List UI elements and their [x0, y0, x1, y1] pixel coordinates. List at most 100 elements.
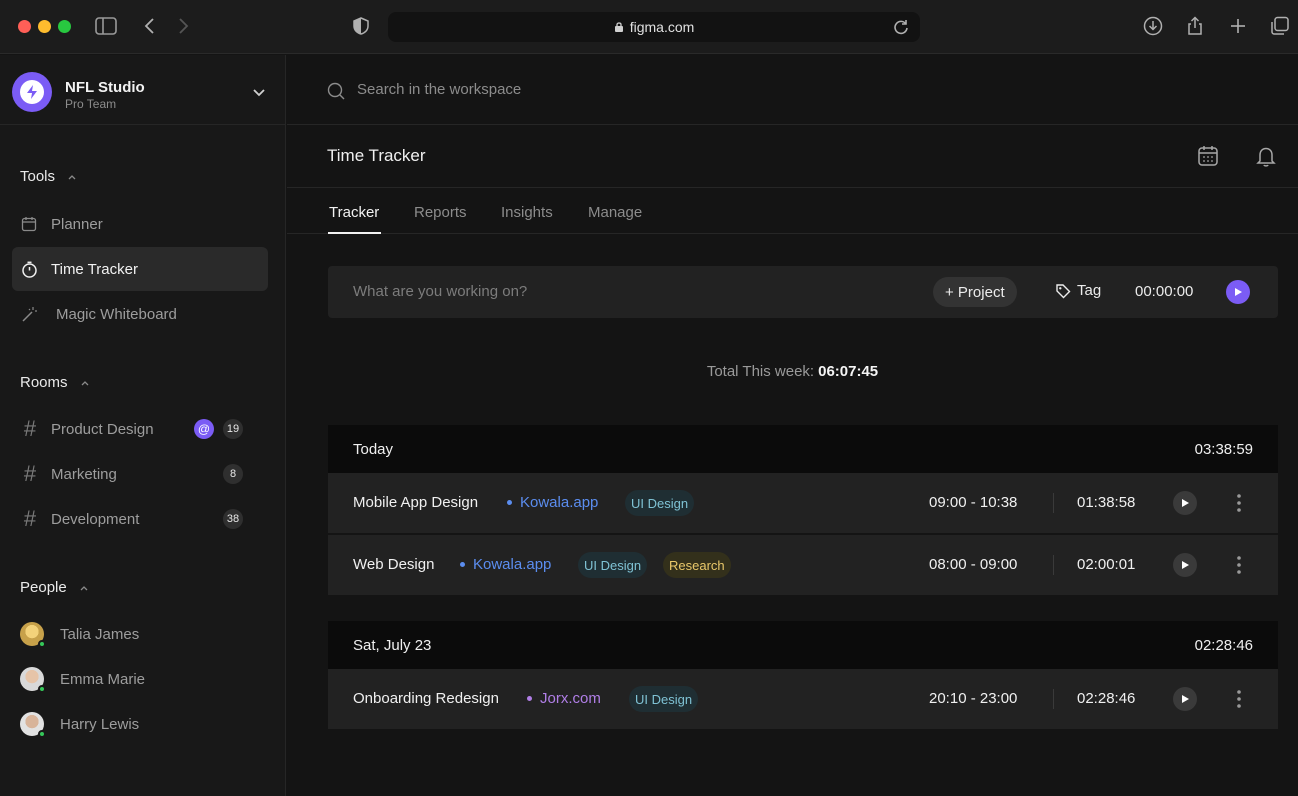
section-title-tools: Tools — [20, 168, 56, 185]
day-label: Sat, July 23 — [353, 637, 432, 654]
maximize-window-button[interactable] — [58, 20, 71, 33]
sidebar-toggle-icon[interactable] — [94, 14, 118, 38]
search-input[interactable]: Search in the workspace — [357, 81, 757, 98]
sidebar-item-label: Development — [51, 510, 140, 528]
online-status-dot — [38, 730, 46, 738]
sidebar-item-time-tracker[interactable]: Time Tracker — [12, 247, 268, 291]
lightning-icon — [27, 85, 37, 99]
tabs-overview-icon[interactable] — [1268, 14, 1292, 38]
entry-time-range: 20:10 - 23:00 — [929, 690, 1018, 707]
reload-icon[interactable] — [890, 16, 912, 43]
project-name: Kowala.app — [520, 494, 599, 511]
time-entry-row[interactable]: Web Design Kowala.app UI Design Research… — [328, 535, 1278, 595]
sidebar-item-product-design[interactable]: # Product Design @ 19 — [12, 407, 268, 451]
divider — [1053, 493, 1054, 513]
more-options-icon[interactable] — [1228, 492, 1250, 514]
divider — [1053, 689, 1054, 709]
day-group-header: Sat, July 23 02:28:46 — [328, 621, 1278, 669]
tag-chip[interactable]: UI Design — [629, 686, 699, 712]
time-entry-bar: What are you working on? + Project Tag 0… — [328, 266, 1278, 318]
entry-name: Web Design — [353, 556, 435, 573]
people-section-toggle[interactable]: People — [20, 579, 89, 596]
chevron-down-icon[interactable] — [250, 83, 268, 101]
tab-tracker[interactable]: Tracker — [329, 204, 379, 221]
weekly-total-value: 06:07:45 — [818, 363, 879, 380]
sidebar-item-label: Marketing — [51, 465, 117, 483]
entry-name: Onboarding Redesign — [353, 690, 499, 707]
tab-manage[interactable]: Manage — [588, 204, 642, 221]
day-group: Today 03:38:59 Mobile App Design Kowala.… — [328, 425, 1278, 595]
task-description-input[interactable]: What are you working on? — [353, 283, 527, 300]
day-total: 03:38:59 — [1194, 441, 1253, 458]
share-icon[interactable] — [1183, 14, 1207, 38]
unread-count-badge: 19 — [223, 419, 243, 439]
entry-duration: 01:38:58 — [1077, 494, 1136, 511]
hash-icon: # — [23, 416, 37, 441]
workspace-logo — [12, 72, 52, 112]
entry-time-range: 09:00 - 10:38 — [929, 494, 1018, 511]
download-icon[interactable] — [1141, 14, 1165, 38]
entry-duration: 02:28:46 — [1077, 690, 1136, 707]
time-entry-row[interactable]: Onboarding Redesign Jorx.com UI Design 2… — [328, 669, 1278, 729]
search-bar: Search in the workspace — [287, 55, 1298, 125]
entry-project[interactable]: Kowala.app — [507, 494, 598, 511]
tab-insights[interactable]: Insights — [501, 204, 553, 221]
rooms-section-toggle[interactable]: Rooms — [20, 374, 90, 391]
add-tag-button[interactable]: Tag — [1055, 282, 1101, 299]
divider — [1053, 555, 1054, 575]
entry-duration: 02:00:01 — [1077, 556, 1136, 573]
sidebar-item-magic-whiteboard[interactable]: Magic Whiteboard — [12, 292, 268, 336]
resume-entry-button[interactable] — [1173, 491, 1197, 515]
unread-count-badge: 8 — [223, 464, 243, 484]
hash-icon: # — [23, 461, 37, 486]
play-icon — [1235, 288, 1242, 296]
address-bar[interactable]: figma.com — [388, 12, 920, 42]
workspace-name: NFL Studio — [65, 79, 145, 96]
more-options-icon[interactable] — [1228, 554, 1250, 576]
section-title-rooms: Rooms — [20, 374, 68, 391]
day-label: Today — [353, 441, 394, 458]
sidebar-item-person[interactable]: Emma Marie — [12, 657, 268, 701]
bell-icon[interactable] — [1254, 144, 1278, 168]
tag-chip[interactable]: Research — [663, 552, 731, 578]
chevron-up-icon — [81, 380, 88, 385]
sidebar-item-development[interactable]: # Development 38 — [12, 497, 268, 541]
entry-project[interactable]: Kowala.app — [460, 556, 551, 573]
minimize-window-button[interactable] — [38, 20, 51, 33]
sidebar-item-label: Product Design — [51, 420, 154, 438]
calendar-icon — [20, 215, 38, 233]
sidebar-item-person[interactable]: Harry Lewis — [12, 702, 268, 746]
project-name: Kowala.app — [473, 556, 552, 573]
back-icon[interactable] — [138, 14, 162, 38]
online-status-dot — [38, 685, 46, 693]
sidebar-item-label: Time Tracker — [51, 260, 138, 278]
new-tab-icon[interactable] — [1226, 14, 1250, 38]
sidebar-item-person[interactable]: Talia James — [12, 612, 268, 656]
resume-entry-button[interactable] — [1173, 553, 1197, 577]
forward-icon[interactable] — [171, 14, 195, 38]
more-options-icon[interactable] — [1228, 688, 1250, 710]
tag-chip[interactable]: UI Design — [578, 552, 648, 578]
time-entry-row[interactable]: Mobile App Design Kowala.app UI Design 0… — [328, 473, 1278, 533]
lock-icon — [614, 22, 623, 32]
shield-icon[interactable] — [349, 14, 373, 38]
start-timer-button[interactable] — [1226, 280, 1250, 304]
day-group-header: Today 03:38:59 — [328, 425, 1278, 473]
avatar — [20, 622, 46, 648]
resume-entry-button[interactable] — [1173, 687, 1197, 711]
sidebar-item-marketing[interactable]: # Marketing 8 — [12, 452, 268, 496]
workspace-switcher[interactable]: NFL Studio Pro Team — [0, 55, 286, 125]
sidebar-item-label: Magic Whiteboard — [56, 305, 177, 323]
tab-reports[interactable]: Reports — [414, 204, 467, 221]
tools-section-toggle[interactable]: Tools — [20, 168, 77, 185]
add-project-button[interactable]: + Project — [933, 277, 1017, 307]
calendar-icon[interactable] — [1196, 144, 1220, 168]
entry-project[interactable]: Jorx.com — [527, 690, 601, 707]
project-name: Jorx.com — [540, 690, 601, 707]
avatar — [20, 667, 46, 693]
project-color-dot — [460, 562, 465, 567]
tag-chip[interactable]: UI Design — [625, 490, 695, 516]
sidebar-item-planner[interactable]: Planner — [12, 202, 268, 246]
entry-name: Mobile App Design — [353, 494, 479, 511]
close-window-button[interactable] — [18, 20, 31, 33]
